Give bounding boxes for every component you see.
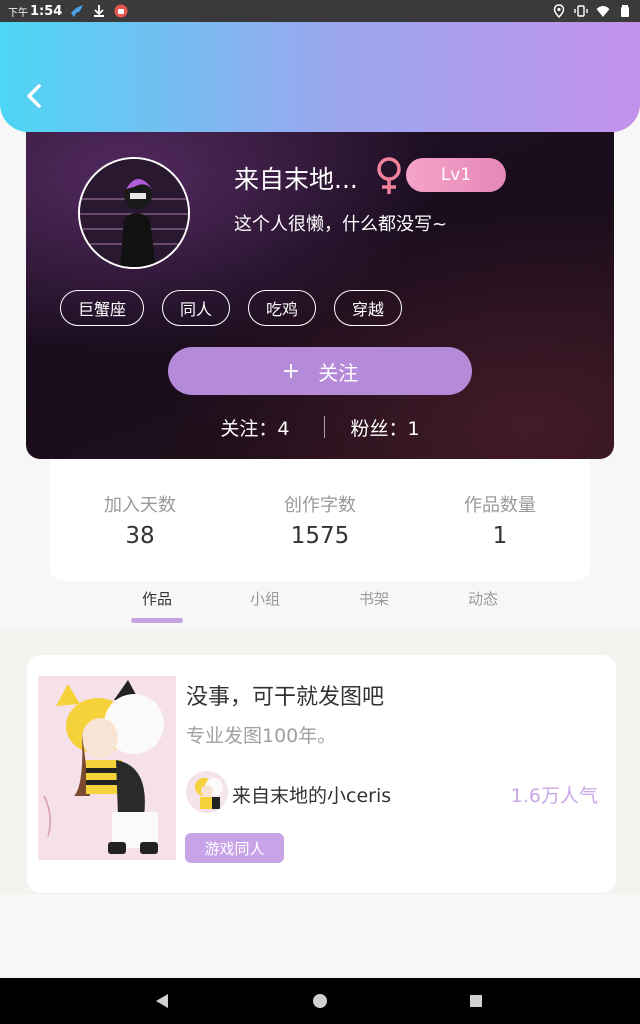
stat-value: 1 bbox=[492, 523, 508, 549]
nav-home-button[interactable] bbox=[309, 990, 331, 1012]
status-bar: 下午 1:54 bbox=[0, 0, 640, 22]
profile-header bbox=[0, 22, 640, 132]
popularity-count: 1.6万人气 bbox=[510, 785, 598, 807]
category-tag[interactable]: 游戏同人 bbox=[185, 833, 284, 863]
tag-item[interactable]: 穿越 bbox=[334, 290, 402, 326]
stats-card: 加入天数 38 创作字数 1575 作品数量 1 bbox=[50, 459, 590, 581]
wifi-icon bbox=[596, 4, 610, 18]
download-icon bbox=[92, 4, 106, 18]
user-bio: 这个人很懒，什么都没写~ bbox=[234, 214, 448, 235]
stat-works-count: 作品数量 1 bbox=[410, 459, 590, 581]
tab-activity[interactable]: 动态 bbox=[468, 588, 498, 609]
tab-works[interactable]: 作品 bbox=[142, 588, 172, 609]
tab-groups[interactable]: 小组 bbox=[250, 588, 280, 609]
tag-item[interactable]: 吃鸡 bbox=[248, 290, 316, 326]
chevron-left-icon bbox=[27, 84, 41, 108]
work-cover-image[interactable] bbox=[38, 676, 176, 860]
system-nav-bar bbox=[0, 978, 640, 1024]
stat-label: 作品数量 bbox=[464, 495, 536, 516]
tag-item[interactable]: 同人 bbox=[162, 290, 230, 326]
bird-icon bbox=[70, 4, 84, 18]
author-avatar[interactable] bbox=[186, 771, 228, 813]
recents-square-icon bbox=[470, 995, 482, 1007]
follow-button[interactable]: + 关注 bbox=[168, 347, 472, 395]
home-circle-icon bbox=[313, 994, 327, 1008]
stat-word-count: 创作字数 1575 bbox=[230, 459, 410, 581]
work-title[interactable]: 没事，可干就发图吧 bbox=[186, 679, 384, 711]
level-badge: Lv1 bbox=[406, 158, 506, 192]
stat-label: 加入天数 bbox=[104, 495, 176, 516]
plus-icon: + bbox=[281, 358, 301, 384]
tag-list: 巨蟹座 同人 吃鸡 穿越 bbox=[60, 290, 420, 326]
profile-card: 来自末地... Lv1 这个人很懒，什么都没写~ 巨蟹座 同人 吃鸡 穿越 + … bbox=[26, 110, 614, 459]
nav-back-button[interactable] bbox=[151, 990, 173, 1012]
work-card[interactable]: 没事，可干就发图吧 专业发图100年。 来自末地的小ceris 1.6万人气 游… bbox=[27, 655, 616, 893]
time-prefix: 下午 bbox=[8, 7, 28, 19]
back-button[interactable] bbox=[20, 82, 48, 110]
stat-join-days: 加入天数 38 bbox=[50, 459, 230, 581]
battery-icon bbox=[618, 4, 632, 18]
works-list: 没事，可干就发图吧 专业发图100年。 来自末地的小ceris 1.6万人气 游… bbox=[0, 628, 640, 894]
tab-indicator bbox=[131, 618, 183, 623]
follow-stats: 关注：4 粉丝：1 bbox=[26, 410, 614, 444]
followers-count[interactable]: 粉丝：1 bbox=[351, 414, 420, 441]
stat-value: 38 bbox=[125, 523, 155, 549]
username: 来自末地... bbox=[234, 165, 358, 194]
tag-item[interactable]: 巨蟹座 bbox=[60, 290, 144, 326]
work-description: 专业发图100年。 bbox=[186, 725, 337, 747]
status-icons-right bbox=[544, 4, 632, 19]
app-notification-icon bbox=[114, 4, 128, 18]
divider bbox=[323, 416, 325, 438]
female-icon bbox=[374, 156, 404, 196]
following-count[interactable]: 关注：4 bbox=[220, 414, 289, 441]
author-name[interactable]: 来自末地的小ceris bbox=[232, 781, 391, 808]
stat-label: 创作字数 bbox=[284, 495, 356, 516]
location-icon bbox=[552, 4, 566, 19]
nav-recents-button[interactable] bbox=[465, 990, 487, 1012]
profile-tabs: 作品 小组 书架 动态 bbox=[0, 582, 640, 628]
back-triangle-icon bbox=[156, 994, 168, 1008]
avatar[interactable] bbox=[78, 157, 190, 269]
follow-button-label: 关注 bbox=[318, 360, 359, 385]
stat-value: 1575 bbox=[290, 523, 350, 549]
tab-bookshelf[interactable]: 书架 bbox=[359, 588, 389, 609]
app-screen: 下午 1:54 来自末地... Lv1 这个人很懒，什么都没写~ 巨蟹座 同人 … bbox=[0, 0, 640, 1024]
clock-time: 1:54 bbox=[30, 3, 63, 19]
vibrate-icon bbox=[574, 4, 588, 18]
